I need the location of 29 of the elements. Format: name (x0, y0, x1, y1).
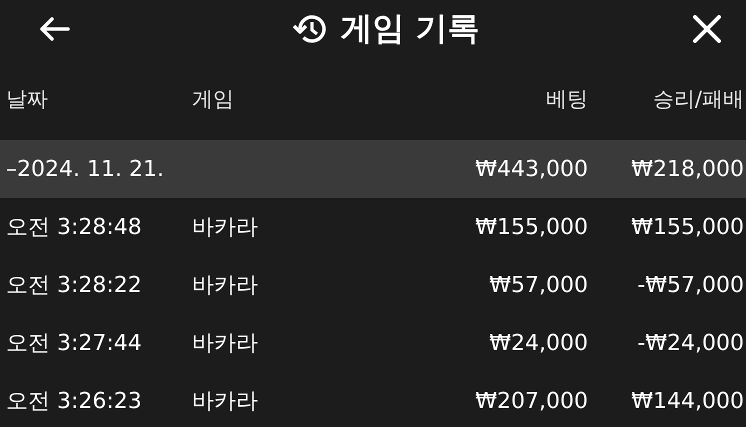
time-cell-text: 오전 3:28:48 (6, 214, 143, 242)
column-header: 게임 (192, 86, 235, 113)
column-header: 날짜 (6, 86, 49, 113)
date-group-row[interactable]: –2024. 11. 21. ₩443,000 ₩218,000 (0, 140, 746, 198)
total-result: ₩218,000 (630, 156, 744, 182)
time-cell-text: 오전 3:27:44 (6, 330, 143, 358)
bet-cell-text: ₩24,000 (488, 330, 588, 356)
result-cell-text: -₩57,000 (636, 272, 744, 298)
game-cell-text: 바카라 (192, 330, 259, 358)
game-cell-text: 바카라 (192, 388, 259, 416)
bet-cell-text: ₩155,000 (474, 214, 588, 240)
back-icon[interactable] (38, 17, 70, 41)
group-date: 2024. 11. 21. (17, 156, 164, 182)
game-cell-text: 바카라 (192, 272, 259, 300)
result-cell-text: -₩24,000 (636, 330, 744, 356)
game-cell-text: 바카라 (192, 214, 259, 242)
window-title: 게임 기록 (340, 8, 480, 49)
time-cell-text: 오전 3:26:23 (6, 388, 143, 416)
result-cell-text: ₩144,000 (630, 388, 744, 414)
bet-cell-text: ₩207,000 (474, 388, 588, 414)
result-cell-text: ₩155,000 (630, 214, 744, 240)
history-icon (292, 13, 328, 45)
collapse-toggle[interactable]: – (6, 156, 17, 182)
time-cell-text: 오전 3:28:22 (6, 272, 143, 300)
close-icon[interactable] (692, 14, 722, 44)
total-bet: ₩443,000 (474, 156, 588, 182)
column-header: 승리/패배 (652, 86, 744, 113)
bet-cell-text: ₩57,000 (488, 272, 588, 298)
column-header: 베팅 (545, 86, 588, 113)
